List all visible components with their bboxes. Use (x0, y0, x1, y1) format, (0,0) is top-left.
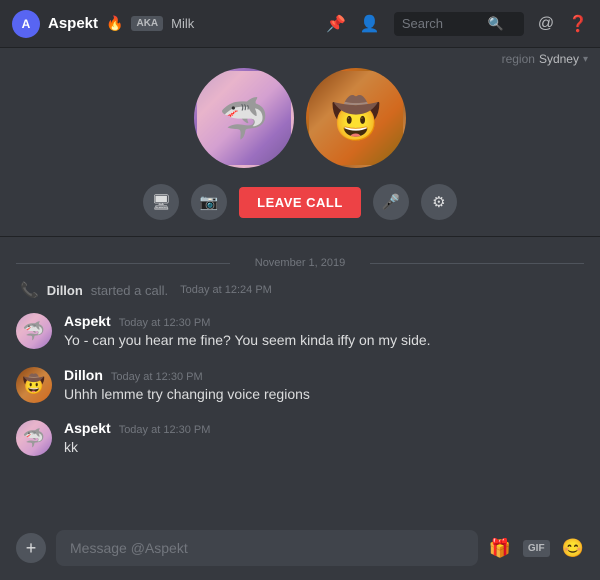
search-icon: 🔍 (488, 16, 504, 32)
caller-avatar-aspekt: 🦈 (194, 68, 294, 168)
topbar: A Aspekt 🔥 AKA Milk 📌 👤 🔍 @ ❓ (0, 0, 600, 48)
message-content: Aspekt Today at 12:30 PM kk (64, 420, 210, 458)
message-username: Dillon (64, 367, 103, 383)
pin-icon[interactable]: 📌 (326, 14, 346, 34)
message-action-icons: 🎁 GIF 😊 (488, 538, 584, 559)
message-content: Dillon Today at 12:30 PM Uhhh lemme try … (64, 367, 310, 405)
topbar-icons: 📌 👤 🔍 @ ❓ (326, 12, 588, 36)
caller-avatar-dillon: 🤠 (306, 68, 406, 168)
emoji-button[interactable]: 😊 (562, 538, 584, 559)
system-msg-time: Today at 12:24 PM (180, 284, 272, 296)
message-time: Today at 12:30 PM (119, 424, 211, 436)
message-time: Today at 12:30 PM (119, 317, 211, 329)
message-content: Aspekt Today at 12:30 PM Yo - can you he… (64, 313, 431, 351)
fire-icon: 🔥 (106, 15, 123, 32)
message-row: 🦈 Aspekt Today at 12:30 PM Yo - can you … (16, 313, 584, 351)
call-area: 🦈 🤠 🖥 📷 LEAVE CALL 🎤 ⚙ (0, 48, 600, 237)
system-msg-action: started a call. (91, 283, 168, 298)
topbar-username: Aspekt (48, 15, 98, 32)
mention-icon[interactable]: @ (538, 15, 554, 33)
region-label: region (502, 52, 535, 66)
aka-name: Milk (171, 16, 194, 31)
region-bar: region Sydney ▾ (502, 48, 588, 66)
avatar-aspekt-1: 🦈 (16, 313, 52, 349)
message-input[interactable] (56, 530, 478, 566)
camera-button[interactable]: 📷 (191, 184, 227, 220)
call-controls: 🖥 📷 LEAVE CALL 🎤 ⚙ (143, 184, 457, 220)
gif-button[interactable]: GIF (523, 540, 550, 557)
date-divider: November 1, 2019 (16, 257, 584, 269)
avatar-dillon-1: 🤠 (16, 367, 52, 403)
message-text: Uhhh lemme try changing voice regions (64, 385, 310, 405)
help-icon[interactable]: ❓ (568, 14, 588, 34)
message-header: Aspekt Today at 12:30 PM (64, 420, 210, 436)
user-avatar: A (12, 10, 40, 38)
call-avatars: 🦈 🤠 (194, 68, 406, 168)
phone-icon: 📞 (20, 281, 39, 299)
system-message: 📞 Dillon started a call. Today at 12:24 … (16, 281, 584, 299)
mute-button[interactable]: 🎤 (373, 184, 409, 220)
settings-button[interactable]: ⚙ (421, 184, 457, 220)
message-username: Aspekt (64, 313, 111, 329)
chevron-down-icon[interactable]: ▾ (583, 54, 588, 65)
add-friend-icon[interactable]: 👤 (360, 14, 380, 34)
message-header: Aspekt Today at 12:30 PM (64, 313, 431, 329)
chat-area: November 1, 2019 📞 Dillon started a call… (0, 237, 600, 547)
message-text: kk (64, 438, 210, 458)
avatar-aspekt-2: 🦈 (16, 420, 52, 456)
search-input[interactable] (402, 16, 482, 31)
leave-call-button[interactable]: LEAVE CALL (239, 187, 361, 218)
aka-tag: AKA (131, 16, 163, 31)
dillon-avatar-image: 🤠 (309, 71, 403, 165)
message-row: 🤠 Dillon Today at 12:30 PM Uhhh lemme tr… (16, 367, 584, 405)
add-content-button[interactable]: + (16, 533, 46, 563)
message-time: Today at 12:30 PM (111, 371, 203, 383)
message-row: 🦈 Aspekt Today at 12:30 PM kk (16, 420, 584, 458)
message-input-bar: + 🎁 GIF 😊 (0, 520, 600, 580)
search-container: 🔍 (394, 12, 524, 36)
message-username: Aspekt (64, 420, 111, 436)
system-msg-username: Dillon (47, 283, 83, 298)
screenshare-button[interactable]: 🖥 (143, 184, 179, 220)
gift-button[interactable]: 🎁 (488, 538, 510, 559)
aspekt-avatar-image: 🦈 (197, 71, 291, 165)
region-value: Sydney (539, 52, 579, 66)
message-text: Yo - can you hear me fine? You seem kind… (64, 331, 431, 351)
message-header: Dillon Today at 12:30 PM (64, 367, 310, 383)
